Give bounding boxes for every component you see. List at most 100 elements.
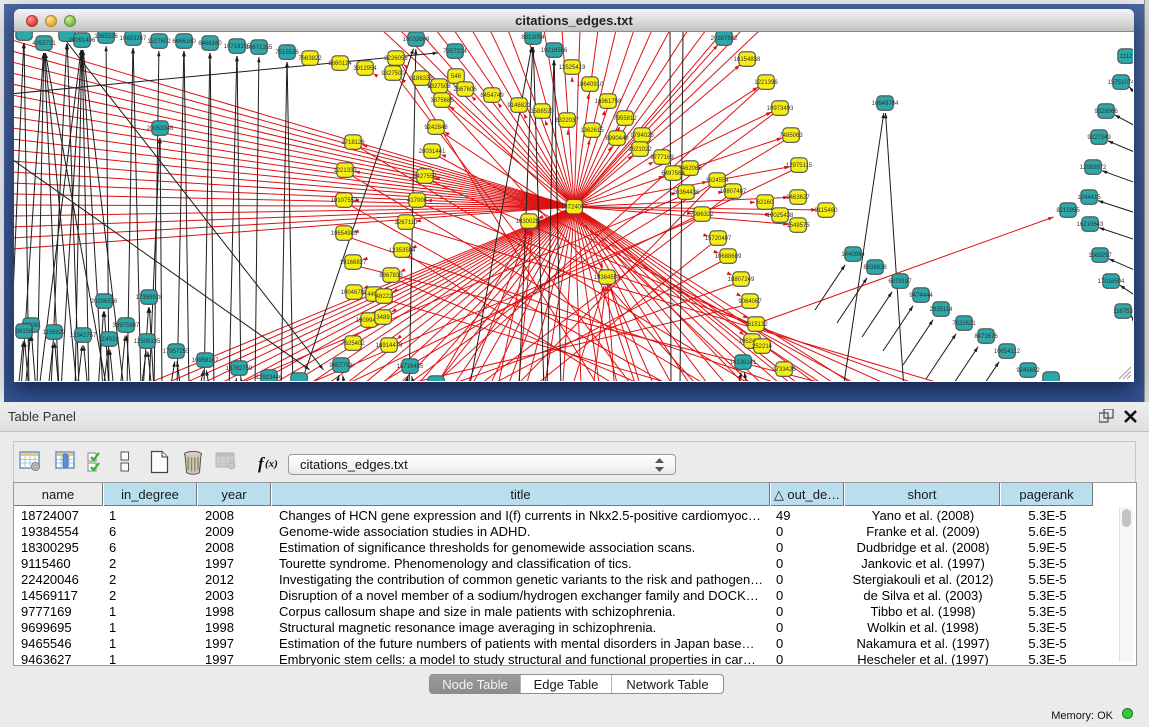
svg-text:10958107: 10958107 (192, 358, 219, 364)
svg-text:4055721: 4055721 (32, 41, 56, 47)
svg-text:3875685: 3875685 (430, 98, 454, 104)
svg-text:3489: 3489 (376, 315, 390, 321)
svg-text:28031441: 28031441 (419, 149, 446, 155)
svg-text:16914479: 16914479 (376, 343, 403, 349)
svg-text:8867833: 8867833 (379, 273, 403, 279)
svg-text:7515526: 7515526 (275, 50, 299, 56)
svg-text:62160: 62160 (757, 200, 774, 206)
svg-text:10653267: 10653267 (120, 36, 147, 42)
svg-text:1569297: 1569297 (1088, 253, 1112, 259)
svg-text:1156829: 1156829 (43, 330, 67, 336)
svg-text:1065326: 1065326 (94, 34, 118, 40)
svg-text:9427552: 9427552 (413, 174, 437, 180)
svg-text:9327500: 9327500 (381, 71, 405, 77)
svg-text:15716485: 15716485 (397, 364, 424, 370)
svg-text:1624554: 1624554 (705, 178, 729, 184)
svg-text:19166827: 19166827 (340, 260, 367, 266)
svg-text:2718126: 2718126 (341, 140, 365, 146)
svg-text:8454749: 8454749 (480, 93, 504, 99)
svg-text:2667606: 2667606 (453, 87, 477, 93)
svg-text:20053346: 20053346 (147, 126, 174, 132)
svg-text:7485063: 7485063 (779, 133, 803, 139)
svg-text:18724007: 18724007 (561, 205, 588, 211)
svg-text:1440954: 1440954 (841, 252, 865, 258)
svg-text:13525419: 13525419 (559, 65, 586, 71)
svg-text:20206536: 20206536 (91, 299, 118, 305)
svg-text:3267110: 3267110 (395, 220, 419, 226)
svg-text:12505135: 12505135 (134, 339, 161, 345)
svg-text:546: 546 (451, 74, 462, 80)
svg-text:7955812: 7955812 (613, 116, 637, 122)
svg-text:9242848: 9242848 (424, 125, 448, 131)
svg-text:9777169: 9777169 (650, 155, 674, 161)
svg-text:7357224: 7357224 (443, 49, 467, 55)
svg-text:1588520: 1588520 (530, 109, 554, 115)
svg-text:9857791: 9857791 (329, 363, 353, 369)
svg-text:1527602: 1527602 (147, 39, 171, 45)
svg-text:8990448: 8990448 (605, 136, 629, 142)
svg-text:252214: 252214 (752, 344, 773, 350)
svg-text:20387682: 20387682 (711, 36, 738, 42)
svg-text:7632621: 7632621 (952, 321, 976, 327)
svg-text:6466160: 6466160 (172, 39, 196, 45)
svg-text:15751074: 15751074 (1108, 80, 1133, 86)
svg-text:17957255: 17957255 (163, 349, 190, 355)
svg-text:20091406: 20091406 (69, 38, 96, 44)
svg-text:1112: 1112 (1120, 54, 1133, 60)
svg-text:3912954: 3912954 (353, 66, 377, 72)
svg-text:10688609: 10688609 (715, 254, 742, 260)
svg-text:2935114: 2935114 (930, 307, 954, 313)
svg-text:10654112: 10654112 (994, 349, 1021, 355)
svg-text:1733426: 1733426 (772, 367, 796, 373)
svg-text:10025438: 10025438 (767, 213, 794, 219)
svg-text:1221396: 1221396 (754, 80, 778, 86)
svg-text:16210643: 16210643 (1077, 222, 1104, 228)
svg-text:12975115: 12975115 (786, 163, 813, 169)
svg-text:1615132: 1615132 (744, 322, 768, 328)
svg-text:7625402: 7625402 (341, 341, 365, 347)
svg-text:13353594: 13353594 (389, 248, 416, 254)
svg-text:8215955: 8215955 (1056, 208, 1080, 214)
svg-text:9474444: 9474444 (909, 293, 933, 299)
svg-text:9794028: 9794028 (630, 133, 654, 139)
svg-text:16782759: 16782759 (226, 366, 253, 372)
svg-text:15720407: 15720407 (705, 236, 732, 242)
svg-text:18640910: 18640910 (577, 82, 604, 88)
svg-text:19384554: 19384554 (594, 275, 621, 281)
svg-text:8813054: 8813054 (521, 35, 545, 41)
svg-text:1621022: 1621022 (628, 147, 652, 153)
svg-text:1221333: 1221333 (333, 168, 357, 174)
svg-text:8471676: 8471676 (974, 334, 998, 340)
svg-text:18807249: 18807249 (728, 277, 755, 283)
svg-text:10046788: 10046788 (341, 290, 368, 296)
svg-text:8226058: 8226058 (384, 56, 408, 62)
svg-text:16671355: 16671355 (246, 45, 273, 51)
svg-text:10973493: 10973493 (767, 106, 794, 112)
svg-text:20364436: 20364436 (673, 190, 700, 196)
svg-text:6879197: 6879197 (888, 279, 912, 285)
svg-text:9115460: 9115460 (815, 208, 839, 214)
svg-text:16154838: 16154838 (734, 57, 761, 63)
svg-text:116753: 116753 (1113, 309, 1133, 315)
svg-text:10807487: 10807487 (720, 189, 747, 195)
svg-text:30975887: 30975887 (113, 323, 140, 329)
svg-text:9084067: 9084067 (738, 299, 762, 305)
svg-text:17016504: 17016504 (1098, 279, 1125, 285)
svg-text:6497568: 6497568 (661, 171, 685, 177)
svg-text:9463627: 9463627 (786, 195, 810, 201)
svg-text:114519: 114519 (99, 337, 119, 343)
svg-text:(x): (x) (265, 458, 278, 470)
svg-text:1244415: 1244415 (1077, 195, 1101, 201)
svg-text:12342757: 12342757 (70, 333, 97, 339)
svg-text:7663822: 7663822 (298, 56, 322, 62)
svg-text:12923446: 12923446 (256, 375, 283, 381)
svg-text:7986322: 7986322 (690, 212, 714, 218)
svg-text:9329966: 9329966 (1094, 109, 1118, 115)
svg-text:8660124: 8660124 (328, 61, 352, 67)
svg-text:1362615: 1362615 (580, 128, 604, 134)
svg-text:1549575: 1549575 (786, 223, 810, 229)
svg-text:9245652: 9245652 (1016, 368, 1040, 374)
svg-text:14136141: 14136141 (730, 360, 757, 366)
svg-text:16033809: 16033809 (403, 37, 430, 43)
svg-text:48222: 48222 (376, 294, 393, 300)
